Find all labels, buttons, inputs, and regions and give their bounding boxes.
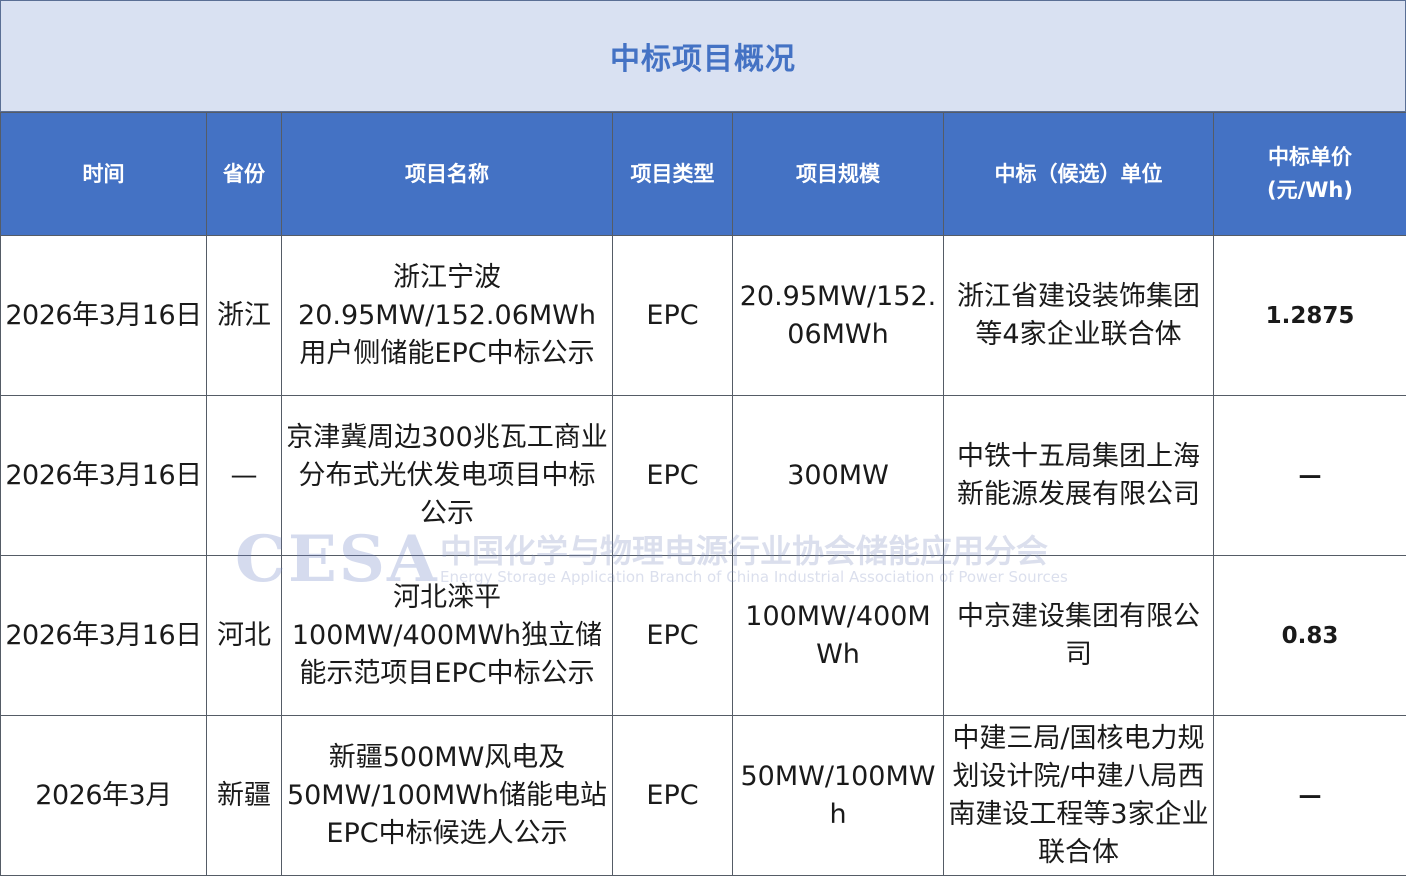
- table-row: 2026年3月16日 — 京津冀周边300兆瓦工商业分布式光伏发电项目中标公示 …: [1, 396, 1406, 556]
- cell-province: 浙江: [207, 236, 282, 396]
- table-row: 2026年3月16日 河北 河北滦平100MW/400MWh独立储能示范项目EP…: [1, 556, 1406, 716]
- cell-unit-price: —: [1214, 716, 1406, 876]
- cell-province: —: [207, 396, 282, 556]
- cell-project-name: 河北滦平100MW/400MWh独立储能示范项目EPC中标公示: [282, 556, 613, 716]
- header-project-name: 项目名称: [282, 113, 613, 236]
- cell-project-scale: 50MW/100MWh: [733, 716, 944, 876]
- header-time: 时间: [1, 113, 207, 236]
- cell-project-scale: 300MW: [733, 396, 944, 556]
- cell-winner: 中铁十五局集团上海新能源发展有限公司: [944, 396, 1214, 556]
- cell-project-scale: 20.95MW/152.06MWh: [733, 236, 944, 396]
- cell-unit-price: —: [1214, 396, 1406, 556]
- cell-province: 新疆: [207, 716, 282, 876]
- title-bar: 中标项目概况: [0, 0, 1406, 112]
- header-unit-price: 中标单价 (元/Wh): [1214, 113, 1406, 236]
- cell-project-type: EPC: [613, 556, 733, 716]
- cell-time: 2026年3月16日: [1, 236, 207, 396]
- header-province: 省份: [207, 113, 282, 236]
- cell-winner: 浙江省建设装饰集团等4家企业联合体: [944, 236, 1214, 396]
- cell-project-scale: 100MW/400MWh: [733, 556, 944, 716]
- header-project-scale: 项目规模: [733, 113, 944, 236]
- cell-time: 2026年3月: [1, 716, 207, 876]
- cell-project-name: 新疆500MW风电及50MW/100MWh储能电站EPC中标候选人公示: [282, 716, 613, 876]
- cell-time: 2026年3月16日: [1, 396, 207, 556]
- cell-province: 河北: [207, 556, 282, 716]
- header-unit-price-line1: 中标单价: [1268, 145, 1352, 169]
- header-project-type: 项目类型: [613, 113, 733, 236]
- cell-project-type: EPC: [613, 716, 733, 876]
- cell-project-name: 浙江宁波20.95MW/152.06MWh用户侧储能EPC中标公示: [282, 236, 613, 396]
- cell-project-name: 京津冀周边300兆瓦工商业分布式光伏发电项目中标公示: [282, 396, 613, 556]
- bid-table: 时间 省份 项目名称 项目类型 项目规模 中标（候选）单位 中标单价 (元/Wh…: [0, 112, 1406, 876]
- cell-winner: 中京建设集团有限公司: [944, 556, 1214, 716]
- cell-project-type: EPC: [613, 236, 733, 396]
- header-unit-price-line2: (元/Wh): [1267, 178, 1353, 202]
- cell-winner: 中建三局/国核电力规划设计院/中建八局西南建设工程等3家企业联合体: [944, 716, 1214, 876]
- cell-time: 2026年3月16日: [1, 556, 207, 716]
- table-row: 2026年3月16日 浙江 浙江宁波20.95MW/152.06MWh用户侧储能…: [1, 236, 1406, 396]
- cell-unit-price: 1.2875: [1214, 236, 1406, 396]
- table-row: 2026年3月 新疆 新疆500MW风电及50MW/100MWh储能电站EPC中…: [1, 716, 1406, 876]
- cell-unit-price: 0.83: [1214, 556, 1406, 716]
- page-title: 中标项目概况: [610, 34, 796, 78]
- header-winner: 中标（候选）单位: [944, 113, 1214, 236]
- header-row: 时间 省份 项目名称 项目类型 项目规模 中标（候选）单位 中标单价 (元/Wh…: [1, 113, 1406, 236]
- cell-project-type: EPC: [613, 396, 733, 556]
